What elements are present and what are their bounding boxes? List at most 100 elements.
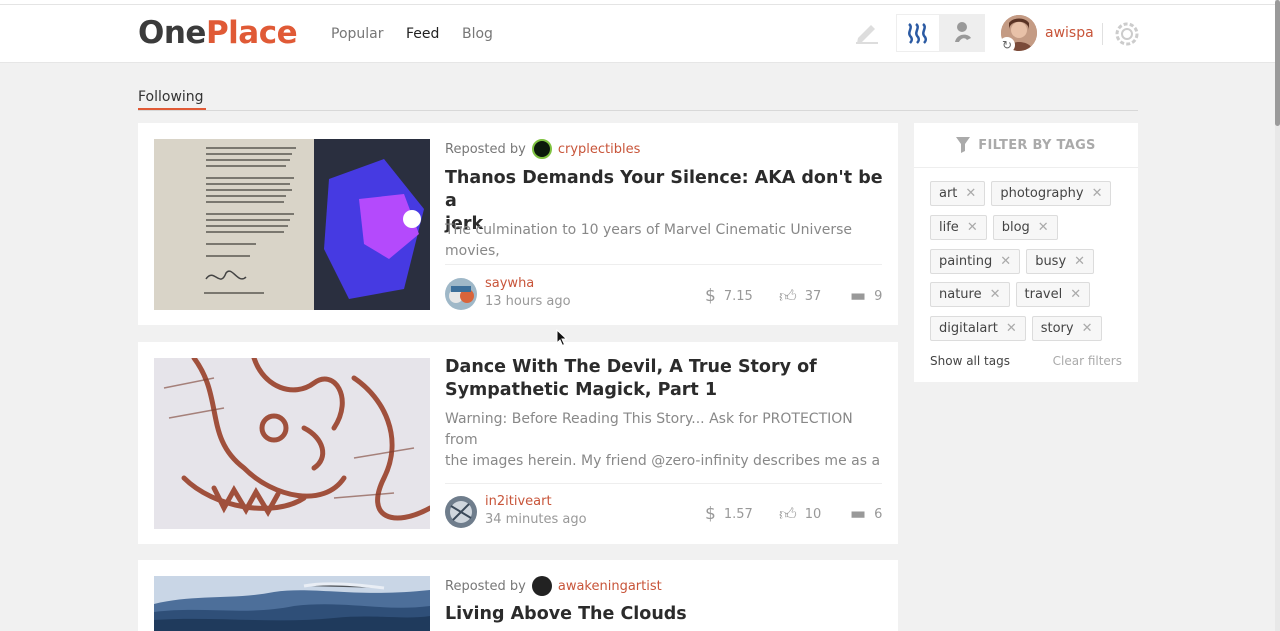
remove-tag-icon[interactable]: ✕ [1000,254,1011,269]
thumbs-up-icon: 👍︎ [779,505,797,525]
payout-stat[interactable]: $1.57 [705,504,753,524]
tag-chip[interactable]: art ✕ [930,181,986,206]
post-title-line: Dance With The Devil, A True Story of [445,357,817,377]
repost-line: Reposted by awakeningartist [445,576,662,596]
remove-tag-icon[interactable]: ✕ [967,220,978,235]
tag-label: photography [1000,186,1084,201]
votes-stat[interactable]: 👍︎ 37 [779,286,821,307]
reposter-avatar[interactable] [531,139,552,159]
remove-tag-icon[interactable]: ✕ [1006,321,1017,336]
tag-label: nature [939,287,982,302]
scrollbar[interactable] [1275,0,1280,631]
post-excerpt-line: Warning: Before Reading This Story... As… [445,411,853,448]
remove-tag-icon[interactable]: ✕ [1092,186,1103,201]
post-title[interactable]: Dance With The Devil, A True Story of Sy… [445,356,885,402]
settings-icon[interactable] [1114,21,1140,47]
dollar-icon: $ [705,504,716,524]
remove-tag-icon[interactable]: ✕ [1082,321,1093,336]
header-divider [1102,23,1103,45]
comment-icon: ▬ [850,504,867,524]
reposter-name[interactable]: cryplectibles [558,142,641,157]
logo-place: Place [205,15,298,51]
clear-filters-link[interactable]: Clear filters [1053,354,1122,368]
tag-chip[interactable]: nature ✕ [930,282,1010,307]
post-excerpt[interactable]: Warning: Before Reading This Story... As… [445,409,885,472]
comments-value: 6 [874,506,883,522]
nav-blog[interactable]: Blog [462,26,493,42]
tag-row: nature ✕ travel ✕ [930,282,1091,307]
post-title[interactable]: Living Above The Clouds [445,603,885,626]
scrollbar-thumb[interactable] [1275,0,1280,126]
tag-chip[interactable]: busy ✕ [1026,249,1095,274]
author-avatar[interactable] [445,496,477,528]
tag-chip[interactable]: blog ✕ [992,215,1058,240]
payout-value: 7.15 [723,288,753,304]
repost-line: Reposted by cryplectibles [445,139,640,159]
nav-popular[interactable]: Popular [331,26,384,42]
tag-label: painting [939,254,993,269]
post-thumbnail[interactable] [154,139,430,310]
comments-stat[interactable]: ▬ 9 [850,286,882,306]
tag-label: art [939,186,958,201]
top-header: OnePlace Popular Feed Blog ↻ awispa [0,5,1275,63]
tag-chip[interactable]: story ✕ [1031,316,1102,341]
post-title-line: Living Above The Clouds [445,604,687,624]
votes-stat[interactable]: 👍︎ 10 [779,504,821,525]
author-name[interactable]: in2itiveart [485,494,552,509]
pencil-icon[interactable] [852,18,882,48]
remove-tag-icon[interactable]: ✕ [965,186,976,201]
votes-value: 10 [804,507,822,522]
tag-label: travel [1024,287,1063,302]
comment-icon: ▬ [850,286,867,306]
tab-active-underline [138,108,206,110]
tag-chip[interactable]: digitalart ✕ [930,316,1026,341]
card-divider [445,483,882,484]
tag-chip[interactable]: photography ✕ [991,181,1112,206]
tag-chip[interactable]: painting ✕ [930,249,1021,274]
votes-value: 37 [804,289,822,304]
remove-tag-icon[interactable]: ✕ [1074,254,1085,269]
post-excerpt[interactable]: The culmination to 10 years of Marvel Ci… [445,220,885,262]
logo[interactable]: OnePlace [138,15,298,51]
nav-feed[interactable]: Feed [406,26,439,42]
tab-following[interactable]: Following [138,89,204,107]
remove-tag-icon[interactable]: ✕ [1070,287,1081,302]
post-time: 13 hours ago [485,294,571,309]
steem-icon[interactable] [896,14,940,52]
mouse-cursor-icon [556,328,568,351]
remove-tag-icon[interactable]: ✕ [990,287,1001,302]
username[interactable]: awispa [1045,25,1094,41]
remove-tag-icon[interactable]: ✕ [1038,220,1049,235]
filter-header: FILTER BY TAGS [914,123,1138,168]
comments-stat[interactable]: ▬ 6 [850,504,882,524]
tag-row: painting ✕ busy ✕ [930,249,1095,274]
filter-icon [956,137,971,153]
post-card: Dance With The Devil, A True Story of Sy… [138,342,898,544]
reposter-avatar[interactable] [531,576,552,596]
post-card: Reposted by cryplectibles Thanos Demands… [138,123,898,325]
tag-chip[interactable]: life ✕ [930,215,987,240]
busy-icon[interactable] [940,14,985,52]
post-card: Reposted by awakeningartist Living Above… [138,560,898,631]
payout-stat[interactable]: $7.15 [705,286,753,306]
post-thumbnail[interactable] [154,576,430,631]
post-thumbnail[interactable] [154,358,430,529]
thumbs-up-icon: 👍︎ [779,287,797,307]
author-name[interactable]: saywha [485,276,534,291]
tag-chip[interactable]: travel ✕ [1015,282,1091,307]
filter-panel: FILTER BY TAGS art ✕ photography ✕ life ✕ b… [914,123,1138,382]
payout-value: 1.57 [723,506,753,522]
post-excerpt-line: the images herein. My friend @zero-infin… [445,453,881,469]
tag-row: life ✕ blog ✕ [930,215,1058,240]
tag-label: story [1040,321,1074,336]
post-time: 34 minutes ago [485,512,587,527]
show-all-tags-link[interactable]: Show all tags [930,354,1010,368]
comments-value: 9 [874,288,883,304]
refresh-icon[interactable]: ↻ [999,37,1015,53]
author-avatar[interactable] [445,278,477,310]
post-excerpt-line: The culmination to 10 years of Marvel Ci… [445,222,853,259]
card-divider [445,264,882,265]
tag-label: blog [1001,220,1030,235]
reposter-name[interactable]: awakeningartist [558,579,662,594]
tag-label: digitalart [939,321,998,336]
